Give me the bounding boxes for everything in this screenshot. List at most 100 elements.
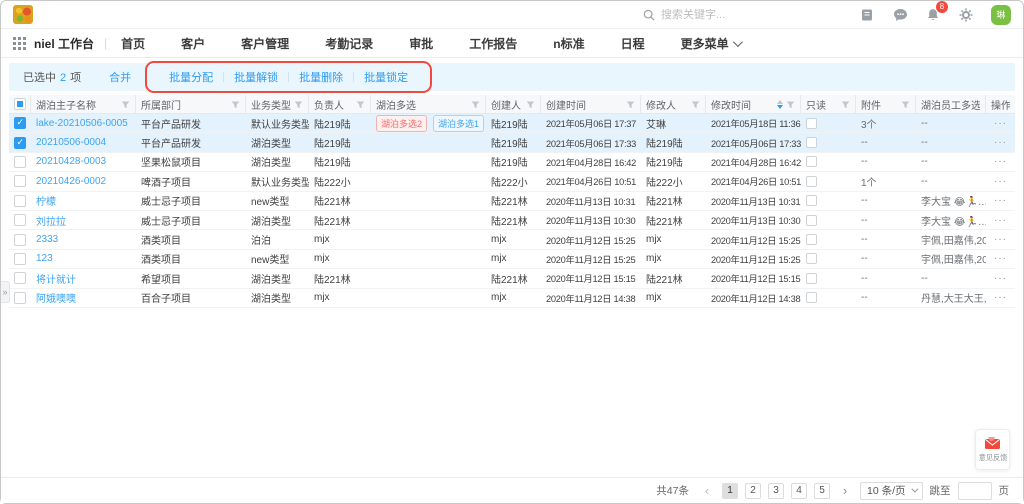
filter-icon[interactable] bbox=[471, 100, 480, 109]
readonly-checkbox[interactable] bbox=[806, 292, 817, 303]
row-checkbox[interactable] bbox=[14, 175, 26, 187]
row-checkbox[interactable] bbox=[14, 272, 26, 284]
readonly-checkbox[interactable] bbox=[806, 273, 817, 284]
nav-item-1[interactable]: 首页 bbox=[121, 35, 145, 52]
user-avatar[interactable]: 琳 bbox=[991, 5, 1011, 25]
filter-icon[interactable] bbox=[526, 100, 535, 109]
page-size-select[interactable]: 10 条/页 bbox=[860, 482, 923, 500]
batch-action-button[interactable]: 批量锁定 bbox=[354, 69, 418, 85]
filter-icon[interactable] bbox=[786, 100, 795, 109]
filter-icon[interactable] bbox=[626, 100, 635, 109]
row-checkbox-cell bbox=[9, 211, 31, 229]
page-button-3[interactable]: 3 bbox=[768, 483, 784, 499]
filter-icon[interactable] bbox=[121, 100, 130, 109]
row-more-actions-button[interactable]: ··· bbox=[994, 118, 1007, 129]
row-checkbox[interactable] bbox=[14, 156, 26, 168]
bell-icon[interactable]: 8 bbox=[925, 7, 941, 23]
nav-item-5[interactable]: 审批 bbox=[409, 35, 433, 52]
nav-item-3[interactable]: 客户管理 bbox=[241, 35, 289, 52]
batch-action-button[interactable]: 批量分配 bbox=[159, 69, 223, 85]
select-all-checkbox[interactable] bbox=[14, 98, 26, 110]
readonly-checkbox[interactable] bbox=[806, 215, 817, 226]
batch-action-button[interactable]: 批量解锁 bbox=[224, 69, 288, 85]
readonly-checkbox[interactable] bbox=[806, 137, 817, 148]
cell-employees: -- bbox=[916, 269, 986, 287]
cell-creator: mjx bbox=[486, 250, 541, 268]
gear-icon[interactable] bbox=[958, 7, 974, 23]
filter-icon[interactable] bbox=[231, 100, 240, 109]
row-checkbox[interactable] bbox=[14, 195, 26, 207]
page-button-4[interactable]: 4 bbox=[791, 483, 807, 499]
row-more-actions-button[interactable]: ··· bbox=[994, 176, 1007, 187]
feedback-button[interactable]: 意见反馈 bbox=[975, 429, 1010, 470]
notebook-icon[interactable] bbox=[859, 7, 875, 23]
prev-page-button[interactable]: ‹ bbox=[699, 483, 715, 499]
nav-more-menu[interactable]: 更多菜单 bbox=[681, 35, 740, 52]
page-unit: 页 bbox=[999, 483, 1010, 498]
nav-item-4[interactable]: 考勤记录 bbox=[325, 35, 373, 52]
sort-icon[interactable] bbox=[777, 100, 783, 109]
row-more-actions-button[interactable]: ··· bbox=[994, 273, 1007, 284]
record-link[interactable]: 将计就计 bbox=[36, 271, 76, 286]
batch-action-button[interactable]: 批量删除 bbox=[289, 69, 353, 85]
cell-creator: mjx bbox=[486, 230, 541, 248]
merge-button[interactable]: 合并 bbox=[109, 69, 131, 85]
page-button-1[interactable]: 1 bbox=[722, 483, 738, 499]
row-more-actions-button[interactable]: ··· bbox=[994, 195, 1007, 206]
cell-tags bbox=[371, 192, 486, 210]
readonly-checkbox[interactable] bbox=[806, 156, 817, 167]
workspace-title[interactable]: niel 工作台 bbox=[34, 35, 94, 52]
filter-icon[interactable] bbox=[356, 100, 365, 109]
record-link[interactable]: 刘拉拉 bbox=[36, 213, 66, 228]
readonly-checkbox[interactable] bbox=[806, 195, 817, 206]
record-link[interactable]: 20210426-0002 bbox=[36, 176, 106, 187]
row-checkbox[interactable] bbox=[14, 234, 26, 246]
record-link[interactable]: 20210506-0004 bbox=[36, 137, 106, 148]
cell-modifier: 陆219陆 bbox=[641, 153, 706, 171]
nav-item-2[interactable]: 客户 bbox=[181, 35, 205, 52]
app-logo[interactable] bbox=[13, 5, 33, 24]
side-panel-expand-handle[interactable]: » bbox=[1, 281, 10, 303]
app-launcher-icon[interactable] bbox=[13, 37, 26, 50]
global-search[interactable] bbox=[643, 9, 781, 21]
row-more-actions-button[interactable]: ··· bbox=[994, 215, 1007, 226]
nav-item-6[interactable]: 工作报告 bbox=[469, 35, 517, 52]
next-page-button[interactable]: › bbox=[837, 483, 853, 499]
row-checkbox[interactable] bbox=[14, 292, 26, 304]
readonly-checkbox[interactable] bbox=[806, 234, 817, 245]
filter-icon[interactable] bbox=[901, 100, 910, 109]
row-more-actions-button[interactable]: ··· bbox=[994, 137, 1007, 148]
row-more-actions-button[interactable]: ··· bbox=[994, 292, 1007, 303]
record-link[interactable]: 123 bbox=[36, 253, 53, 264]
row-checkbox[interactable] bbox=[14, 137, 26, 149]
filter-icon[interactable] bbox=[691, 100, 700, 109]
record-link[interactable]: 2333 bbox=[36, 234, 58, 245]
search-input[interactable] bbox=[661, 9, 781, 21]
row-checkbox[interactable] bbox=[14, 117, 26, 129]
chat-icon[interactable] bbox=[892, 7, 908, 23]
row-more-actions-button[interactable]: ··· bbox=[994, 156, 1007, 167]
row-more-actions-button[interactable]: ··· bbox=[994, 253, 1007, 264]
nav-item-8[interactable]: 日程 bbox=[621, 35, 645, 52]
record-link[interactable]: 柠檬 bbox=[36, 193, 56, 208]
readonly-checkbox[interactable] bbox=[806, 253, 817, 264]
readonly-checkbox[interactable] bbox=[806, 118, 817, 129]
readonly-checkbox[interactable] bbox=[806, 176, 817, 187]
cell-created-time: 2021年04月26日 10:51 bbox=[541, 172, 641, 190]
cell-employees: 宇佩,田嘉伟,205 bbox=[916, 250, 986, 268]
row-checkbox[interactable] bbox=[14, 253, 26, 265]
record-link[interactable]: 阿娥噢噢 bbox=[36, 290, 76, 305]
row-checkbox[interactable] bbox=[14, 214, 26, 226]
record-link[interactable]: lake-20210506-0005 bbox=[36, 118, 128, 129]
page-button-2[interactable]: 2 bbox=[745, 483, 761, 499]
filter-icon[interactable] bbox=[294, 100, 303, 109]
row-more-actions-button[interactable]: ··· bbox=[994, 234, 1007, 245]
filter-icon[interactable] bbox=[841, 100, 850, 109]
cell-employees: 丹慧,大王大王,温 bbox=[916, 289, 986, 307]
jump-page-input[interactable] bbox=[958, 482, 992, 500]
nav-item-7[interactable]: n标准 bbox=[553, 35, 584, 52]
cell-created-time: 2021年04月28日 16:42 bbox=[541, 153, 641, 171]
page-button-5[interactable]: 5 bbox=[814, 483, 830, 499]
record-link[interactable]: 20210428-0003 bbox=[36, 156, 106, 167]
cell-attachments: -- bbox=[856, 269, 916, 287]
